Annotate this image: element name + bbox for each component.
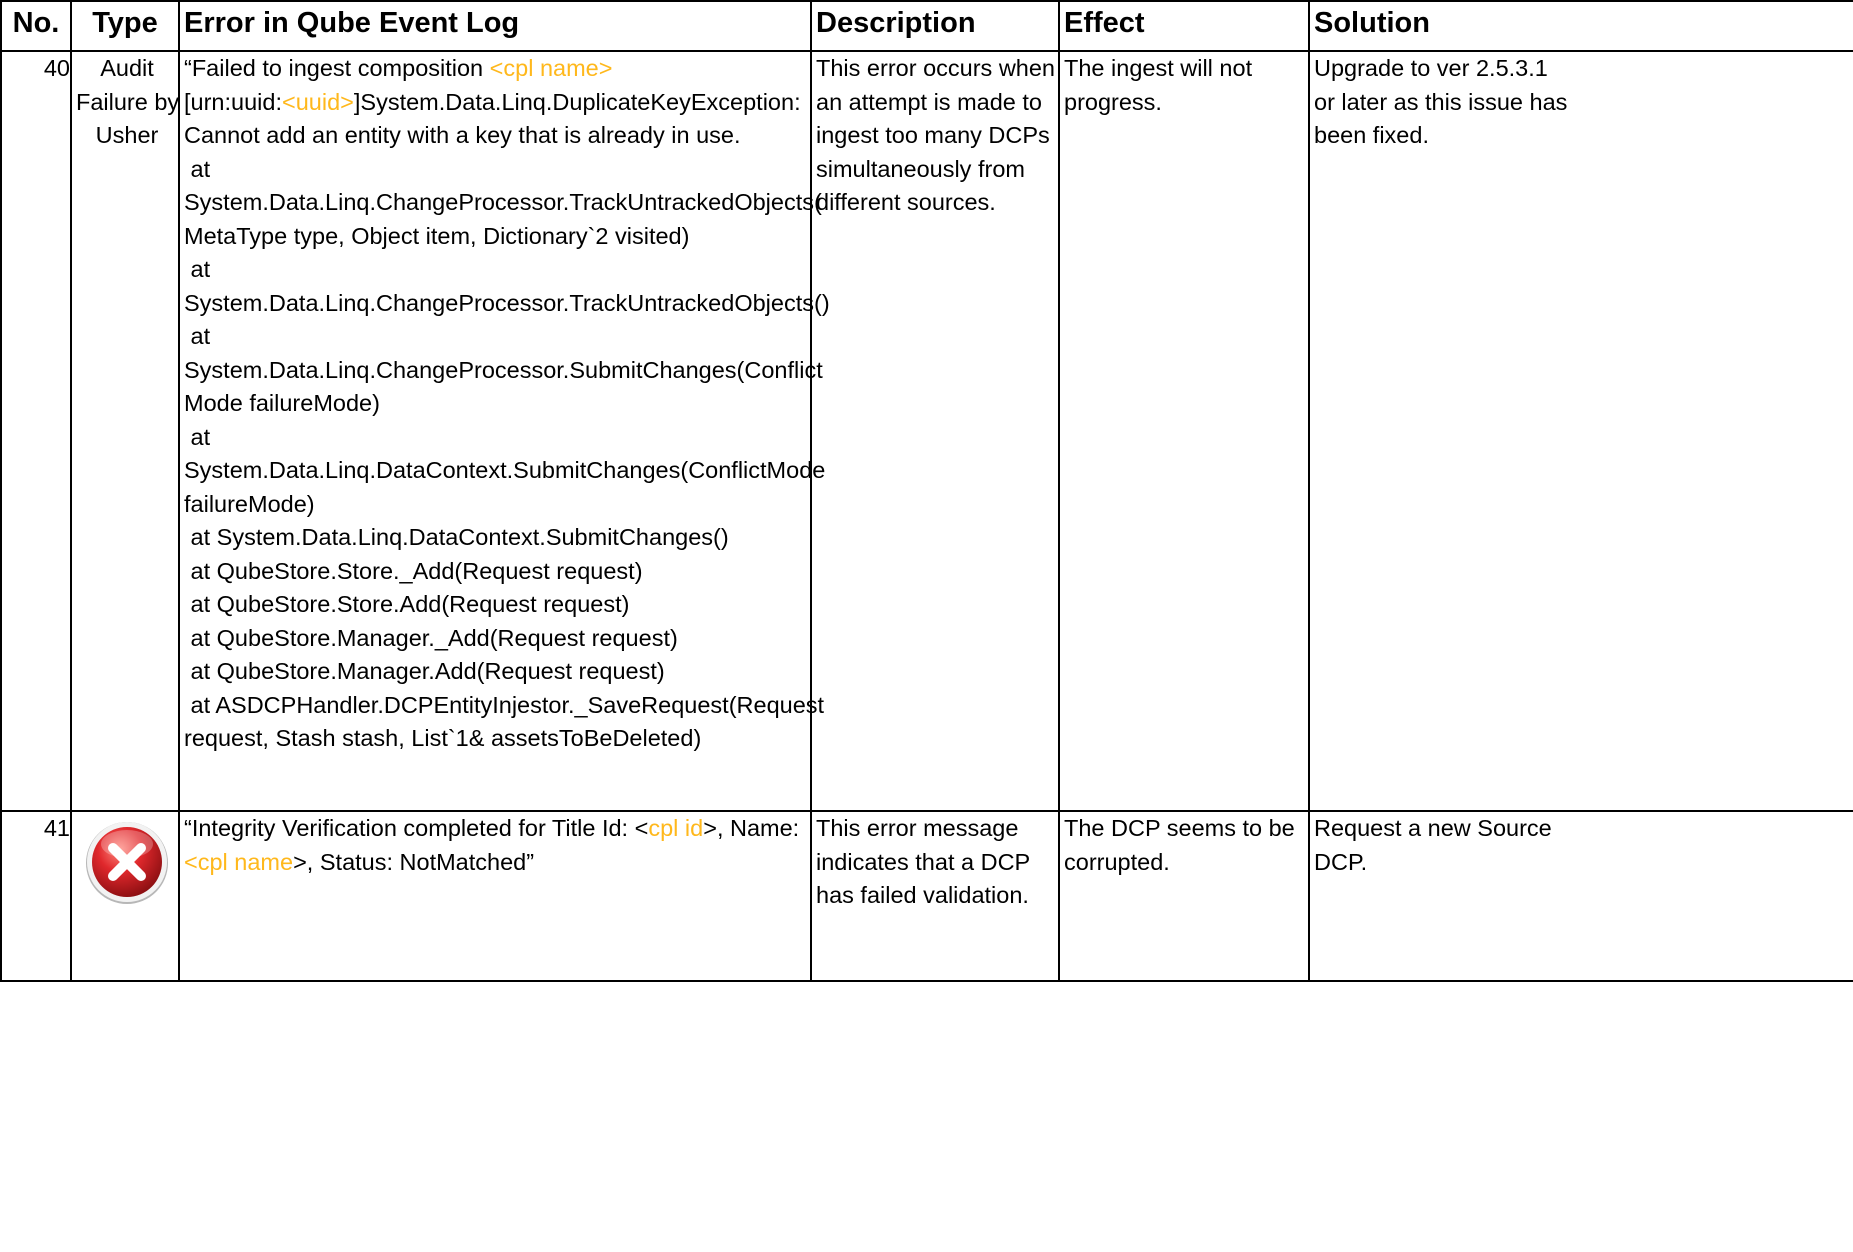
effect-cell: The DCP seems to be corrupted. — [1058, 810, 1310, 982]
effect-line: The DCP seems to be — [1064, 815, 1295, 841]
solution-line: been fixed. — [1314, 122, 1429, 148]
type-line: Failure by — [76, 88, 180, 115]
placeholder-cpl-name: <cpl name — [184, 848, 294, 875]
table-row: 40 Audit Failure by Usher “Failed to ing… — [0, 50, 1853, 812]
effect-line: The ingest will not — [1064, 55, 1253, 81]
error-text: [urn:uuid: — [184, 88, 282, 115]
description-cell: This error occurs when an attempt is mad… — [810, 50, 1060, 812]
solution-line: or later as this issue has — [1314, 88, 1568, 115]
error-text: “Integrity Verification completed for Ti… — [184, 815, 649, 841]
error-text: “Failed to ingest composition — [184, 55, 490, 81]
error-line: at QubeStore.Manager.Add(Request request… — [184, 658, 665, 684]
error-line: System.Data.Linq.ChangeProcessor.TrackUn… — [184, 289, 830, 316]
row-number: 41 — [0, 810, 72, 982]
error-line: MetaType type, Object item, Dictionary`2… — [184, 222, 690, 249]
error-line: at QubeStore.Store._Add(Request request) — [184, 557, 643, 584]
solution-line: Upgrade to ver 2.5.3.1 — [1314, 55, 1548, 81]
effect-line: corrupted. — [1064, 848, 1170, 875]
error-line: System.Data.Linq.ChangeProcessor.TrackUn… — [184, 189, 822, 215]
type-line: Usher — [95, 122, 159, 148]
description-line: has failed validation. — [816, 882, 1029, 908]
solution-line: DCP. — [1314, 848, 1368, 875]
placeholder-cpl-id: cpl id — [648, 815, 704, 841]
error-line: request, Stash stash, List`1& assetsToBe… — [184, 725, 702, 751]
error-line: at QubeStore.Manager._Add(Request reques… — [184, 624, 678, 651]
header-effect: Effect — [1058, 0, 1310, 52]
placeholder-uuid: <uuid> — [281, 88, 354, 115]
error-line: [urn:uuid:<uuid>]System.Data.Linq.Duplic… — [184, 86, 810, 120]
solution-line: Request a new Source — [1314, 815, 1552, 841]
header-error: Error in Qube Event Log — [178, 0, 812, 52]
error-line: System.Data.Linq.ChangeProcessor.SubmitC… — [184, 356, 823, 383]
error-line: Mode failureMode) — [184, 390, 380, 416]
error-line: “Failed to ingest composition <cpl name> — [184, 52, 810, 86]
error-line: at — [184, 256, 211, 282]
description-line: This error occurs when — [816, 55, 1055, 81]
row-type: Audit Failure by Usher — [70, 50, 180, 812]
type-line: Audit — [100, 55, 154, 81]
row-number: 40 — [0, 50, 72, 812]
header-row: No. Type Error in Qube Event Log Descrip… — [0, 0, 1853, 52]
error-line: at QubeStore.Store.Add(Request request) — [184, 591, 630, 617]
error-line: at — [184, 423, 211, 450]
description-line: different sources. — [816, 189, 996, 215]
effect-cell: The ingest will not progress. — [1058, 50, 1310, 812]
description-line: simultaneously from — [816, 155, 1025, 182]
error-line: at — [184, 155, 211, 182]
error-line: System.Data.Linq.DataContext.SubmitChang… — [184, 457, 826, 483]
description-line: ingest too many DCPs — [816, 122, 1050, 148]
description-line: This error message — [816, 815, 1019, 841]
error-x-icon — [86, 822, 168, 904]
error-text: >, Name: — [703, 815, 800, 841]
error-text: >, Status: NotMatched” — [293, 848, 535, 875]
error-message: “Failed to ingest composition <cpl name>… — [178, 50, 830, 812]
table-row: 41 “Integrity Verification completed for… — [0, 810, 1853, 982]
header-solution: Solution — [1308, 0, 1853, 52]
description-line: indicates that a DCP — [816, 848, 1031, 875]
error-line: at ASDCPHandler.DCPEntityInjestor._SaveR… — [184, 691, 825, 718]
error-line: “Integrity Verification completed for Ti… — [184, 812, 810, 846]
solution-cell: Upgrade to ver 2.5.3.1 or later as this … — [1308, 50, 1853, 812]
error-line: at — [184, 323, 211, 349]
header-description: Description — [810, 0, 1060, 52]
header-type: Type — [70, 0, 180, 52]
description-line: an attempt is made to — [816, 88, 1042, 115]
solution-cell: Request a new Source DCP. — [1308, 810, 1853, 982]
error-line: failureMode) — [184, 490, 315, 517]
placeholder-cpl-name: <cpl name> — [489, 55, 613, 81]
error-text: ]System.Data.Linq.DuplicateKeyException: — [353, 88, 801, 115]
error-line: Cannot add an entity with a key that is … — [184, 122, 741, 148]
error-line: at System.Data.Linq.DataContext.SubmitCh… — [184, 524, 729, 550]
description-cell: This error message indicates that a DCP … — [810, 810, 1060, 982]
error-message: “Integrity Verification completed for Ti… — [178, 810, 812, 982]
header-no: No. — [0, 0, 72, 52]
row-type — [70, 810, 180, 982]
error-line: <cpl name>, Status: NotMatched” — [184, 846, 810, 880]
error-table: No. Type Error in Qube Event Log Descrip… — [0, 0, 1853, 982]
effect-line: progress. — [1064, 88, 1162, 115]
